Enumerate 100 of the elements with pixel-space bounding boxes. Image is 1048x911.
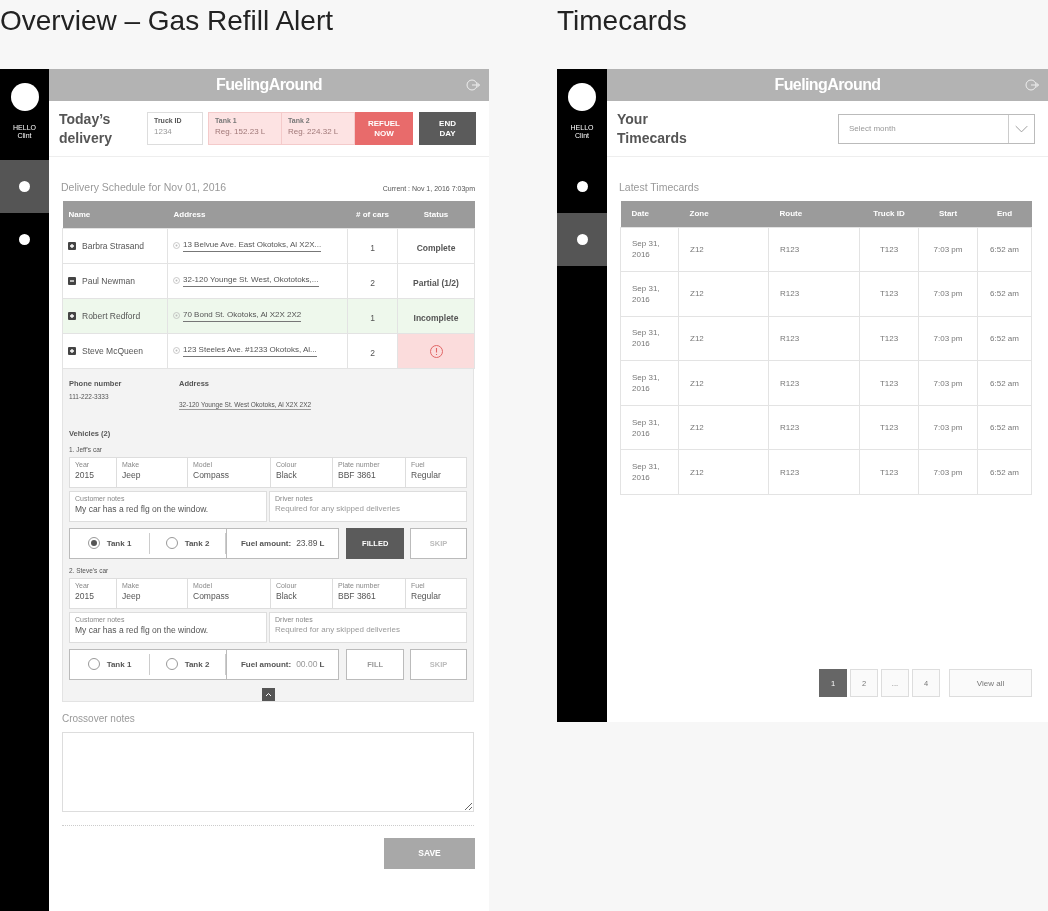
column-header: Route <box>768 201 860 227</box>
field-value: Regular <box>411 469 442 480</box>
status-text: Incomplete <box>413 312 459 323</box>
dot-icon <box>576 181 588 192</box>
caret-up-icon <box>264 691 272 697</box>
car-count: 2 <box>370 277 375 288</box>
fuel-unit: L <box>319 659 325 669</box>
table-cell: R123 <box>768 227 860 272</box>
field-value: Compass <box>193 590 230 601</box>
tank-level: Reg. 152.23 L <box>215 127 267 136</box>
page-title: Today’s delivery <box>59 109 113 148</box>
table-cell: R123 <box>768 271 860 317</box>
table-cell: Sep 31, 2016 <box>620 227 679 272</box>
column-header: # of cars <box>347 201 398 228</box>
tank-radio[interactable]: Tank 1 <box>70 653 150 675</box>
dot-icon <box>19 181 30 192</box>
column-header: Name <box>62 201 168 228</box>
field-value: 2015 <box>75 469 95 480</box>
field-value: Jeep <box>122 469 142 480</box>
table-cell: Sep 31, 2016 <box>620 405 679 450</box>
table-cell: T123 <box>859 271 919 317</box>
status-text: Complete <box>416 242 456 253</box>
crossover-notes-field[interactable] <box>62 731 474 812</box>
customer-name: Steve McQueen <box>82 345 143 356</box>
column-header: Status <box>397 201 475 228</box>
crossover-notes-label: Crossover notes <box>62 712 136 724</box>
collapse-icon[interactable] <box>68 276 76 285</box>
tank-level: Reg. 224.32 L <box>288 127 340 136</box>
app-logo: FuelingAround <box>774 76 881 94</box>
table-cell: Z12 <box>678 449 769 495</box>
location-icon <box>173 277 180 284</box>
customer-name: Barbra Strasand <box>82 240 144 251</box>
table-row[interactable]: Barbra Strasand 13 Belvue Ave. East Okotoks, Al X2X... 1 Complete <box>62 228 475 263</box>
table-cell: 7:03 pm <box>918 227 978 272</box>
table-cell: R123 <box>768 405 860 450</box>
table-cell: 7:03 pm <box>918 271 978 317</box>
column-header: Address <box>167 201 348 228</box>
status-text: Partial (1/2) <box>413 277 459 288</box>
customer-name: Paul Newman <box>82 275 135 286</box>
table-cell: Sep 31, 2016 <box>620 360 679 406</box>
car-count: 2 <box>370 347 375 358</box>
fuel-amount[interactable]: 23.89 <box>296 538 318 548</box>
tank-radio[interactable]: Tank 2 <box>150 532 226 554</box>
car-count: 1 <box>370 242 375 253</box>
avatar-circle <box>10 83 39 111</box>
table-cell: 6:52 am <box>977 449 1032 495</box>
table-cell: T123 <box>859 360 919 406</box>
expand-icon[interactable] <box>68 346 76 355</box>
tank-radio[interactable]: Tank 2 <box>150 653 226 675</box>
section-title: Latest Timecards <box>619 181 699 193</box>
nav-item[interactable] <box>557 213 607 266</box>
field-value: Black <box>276 469 298 480</box>
car-count: 1 <box>370 312 375 323</box>
field-value: Regular <box>411 590 442 601</box>
table-cell: Sep 31, 2016 <box>620 449 679 495</box>
column-header: Date <box>620 201 679 227</box>
alert-icon <box>429 344 443 358</box>
customer-name: Robert Redford <box>82 310 141 321</box>
location-icon <box>173 242 180 249</box>
table-cell: Sep 31, 2016 <box>620 271 679 317</box>
table-cell: 6:52 am <box>977 405 1032 450</box>
table-cell: Z12 <box>678 227 769 272</box>
expand-icon[interactable] <box>68 311 76 320</box>
field-value: BBF 3861 <box>338 590 377 601</box>
nav-item[interactable] <box>0 160 49 213</box>
fuel-label: Fuel amount: <box>240 538 292 548</box>
table-cell: Z12 <box>678 316 769 361</box>
fuel-unit: L <box>319 538 325 548</box>
page-title: Your Timecards <box>617 109 688 148</box>
column-header: Truck ID <box>859 201 919 227</box>
tank-radio[interactable]: Tank 1 <box>70 532 150 554</box>
view-all-button[interactable]: View all <box>949 669 1032 697</box>
app-logo: FuelingAround <box>216 76 322 94</box>
table-cell: T123 <box>859 405 919 450</box>
field-value: Black <box>276 590 298 601</box>
section-heading: Overview – Gas Refill Alert <box>0 4 334 38</box>
column-header: Start <box>918 201 978 227</box>
collapse-button[interactable] <box>261 687 275 701</box>
table-cell: 6:52 am <box>977 271 1032 317</box>
avatar-circle <box>568 83 596 111</box>
fuel-label: Fuel amount: <box>240 659 292 669</box>
table-cell: Z12 <box>678 271 769 317</box>
table-row[interactable]: Robert Redford 70 Bond St. Okotoks, Al X2X 2X2 1 Incomplete <box>62 298 475 333</box>
section-heading: Timecards <box>557 4 688 38</box>
table-cell: R123 <box>768 360 860 406</box>
section-title: Delivery Schedule for Nov 01, 2016 <box>61 181 227 193</box>
field-value: 2015 <box>75 590 95 601</box>
table-cell: Z12 <box>678 360 769 406</box>
expand-icon[interactable] <box>68 241 76 250</box>
table-cell: 7:03 pm <box>918 405 978 450</box>
column-header: End <box>977 201 1032 227</box>
field-value: Jeep <box>122 590 142 601</box>
table-row[interactable]: Paul Newman 32-120 Younge St. West, Okototoks,... 2 Partial (1/2) <box>62 263 475 298</box>
table-cell: T123 <box>859 449 919 495</box>
field-value: Compass <box>193 469 230 480</box>
table-cell: 6:52 am <box>977 227 1032 272</box>
end-day-button[interactable]: END DAY <box>419 112 476 145</box>
column-header: Zone <box>678 201 769 227</box>
table-cell: 7:03 pm <box>918 360 978 406</box>
table-row[interactable]: Steve McQueen 123 Steeles Ave. #1233 Okotoks, Al... 2 <box>62 333 475 368</box>
